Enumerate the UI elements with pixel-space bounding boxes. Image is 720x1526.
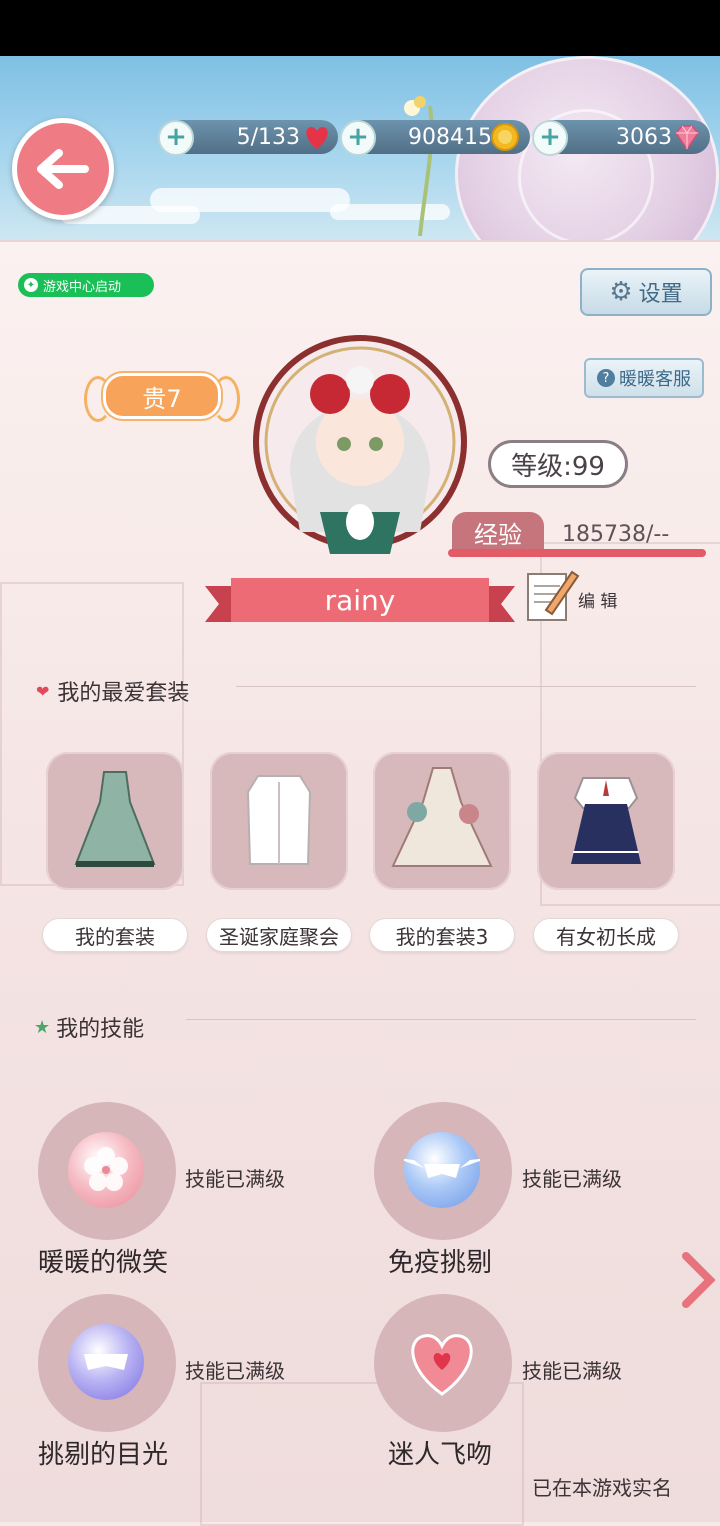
skill-status-4: 技能已满级 xyxy=(522,1359,622,1383)
heart-bullet-icon: ❤ xyxy=(36,681,50,701)
favorites-title-text: 我的最爱套装 xyxy=(57,681,190,706)
add-stamina-button[interactable]: + xyxy=(158,120,194,156)
level-display: 等级:99 xyxy=(488,440,628,488)
outfit-label-2: 圣诞家庭聚会 xyxy=(206,918,352,952)
level-value: 等级:99 xyxy=(511,451,605,482)
arrow-left-icon xyxy=(37,149,89,189)
real-name-notice: 已在本游戏实名 xyxy=(532,1476,672,1500)
skill-name-3: 挑剔的目光 xyxy=(38,1440,169,1470)
skills-title: ★ 我的技能 xyxy=(34,1011,144,1043)
outfit-label-4: 有女初长成 xyxy=(533,918,679,952)
exp-value: 185738/-- xyxy=(562,522,670,547)
mask-icon xyxy=(68,1324,144,1400)
chevron-right-icon[interactable] xyxy=(680,1252,716,1308)
section-divider xyxy=(186,1019,696,1020)
stamina-value: 5/133 xyxy=(236,124,300,150)
game-center-label: 游戏中心启动 xyxy=(43,279,122,295)
game-center-icon: ✦ xyxy=(24,278,38,292)
skills-title-text: 我的技能 xyxy=(56,1017,145,1042)
back-button[interactable] xyxy=(12,118,114,220)
exp-label: 经验 xyxy=(452,512,544,552)
winged-mask-icon xyxy=(396,1132,488,1208)
skill-slot-4[interactable] xyxy=(374,1294,512,1432)
skill-name-4: 迷人飞吻 xyxy=(388,1440,493,1470)
green-gown-icon xyxy=(74,771,156,867)
help-icon: ? xyxy=(597,369,615,387)
heart-icon xyxy=(306,127,328,149)
white-coat-icon xyxy=(246,775,312,865)
outfit-label-1: 我的套装 xyxy=(42,918,188,952)
add-gold-button[interactable]: + xyxy=(340,120,376,156)
skill-name-2: 免疫挑剔 xyxy=(388,1248,493,1278)
gold-coin-icon xyxy=(491,123,519,151)
skill-status-1: 技能已满级 xyxy=(185,1167,285,1191)
gear-icon: ⚙ xyxy=(609,277,633,307)
exp-progress-bar xyxy=(448,549,706,557)
vip-label: 贵7 xyxy=(142,384,182,413)
vip-badge: 贵7 xyxy=(84,370,240,422)
sakura-icon xyxy=(68,1132,144,1208)
diamond-value: 3063 xyxy=(616,124,672,150)
skill-name-1: 暖暖的微笑 xyxy=(38,1248,169,1278)
exp-label-text: 经验 xyxy=(474,520,522,549)
diamond-icon xyxy=(675,125,699,151)
edit-label: 编 辑 xyxy=(578,592,618,612)
outfit-card-1[interactable] xyxy=(46,752,184,890)
skill-status-3: 技能已满级 xyxy=(185,1359,285,1383)
heart-icon xyxy=(404,1324,480,1400)
outfit-label-3: 我的套装3 xyxy=(369,918,515,952)
skill-status-2: 技能已满级 xyxy=(522,1167,622,1191)
settings-button[interactable]: ⚙ 设置 xyxy=(580,268,712,316)
customer-service-button[interactable]: ? 暖暖客服 xyxy=(584,358,704,398)
outfit-card-2[interactable] xyxy=(210,752,348,890)
outfit-card-4[interactable] xyxy=(537,752,675,890)
favorites-title: ❤ 我的最爱套装 xyxy=(36,675,189,707)
skill-slot-1[interactable] xyxy=(38,1102,176,1240)
customer-service-label: 暖暖客服 xyxy=(619,369,691,390)
skill-slot-2[interactable] xyxy=(374,1102,512,1240)
flower-decoration xyxy=(404,96,434,236)
add-diamond-button[interactable]: + xyxy=(532,120,568,156)
status-bar xyxy=(0,0,720,56)
star-bullet-icon: ★ xyxy=(34,1016,51,1038)
skill-slot-3[interactable] xyxy=(38,1294,176,1432)
settings-label: 设置 xyxy=(638,282,683,307)
gold-value: 908415 xyxy=(408,124,492,150)
player-avatar[interactable] xyxy=(250,322,470,562)
school-uniform-icon xyxy=(571,777,641,864)
game-center-badge: ✦ 游戏中心启动 xyxy=(18,273,154,297)
player-name: rainy xyxy=(324,583,396,617)
floral-gown-icon xyxy=(391,767,493,867)
outfit-card-3[interactable] xyxy=(373,752,511,890)
section-divider xyxy=(236,686,696,687)
edit-icon xyxy=(527,570,580,621)
